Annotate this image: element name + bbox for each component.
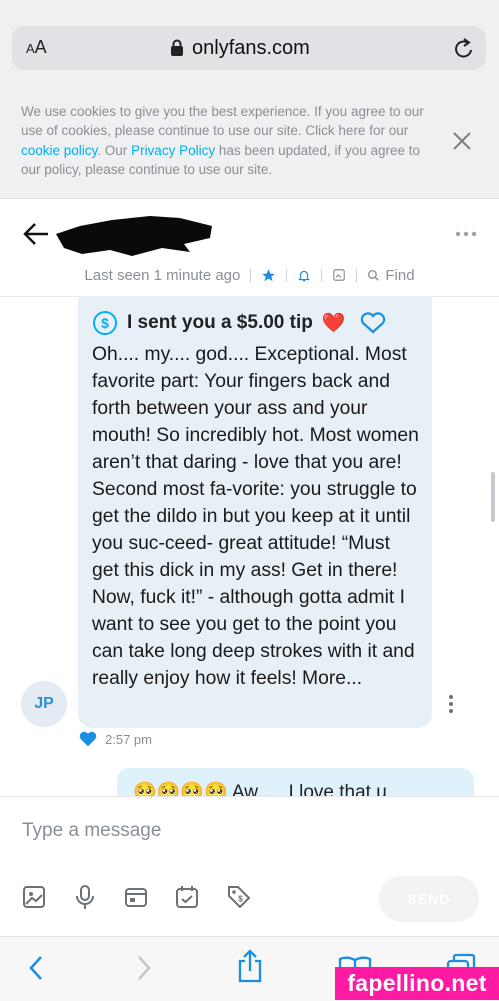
avatar[interactable]: JP [21,681,67,727]
find-label: Find [385,266,415,284]
share-icon[interactable] [236,949,264,983]
bell-icon[interactable] [297,268,311,283]
chevron-left-icon[interactable] [27,954,45,982]
find-button[interactable]: Find [367,266,415,284]
search-icon [368,269,380,281]
microphone-icon[interactable] [73,884,97,910]
cookie-text-part: We use cookies to give you the best expe… [21,104,424,139]
url-display[interactable]: onlyfans.com [170,36,310,60]
tip-label: I sent you a $5.00 tip [127,312,313,333]
vault-icon[interactable] [124,885,148,909]
last-seen-label: Last seen 1 minute ago [84,266,241,284]
divider [356,268,358,282]
tip-row: $ I sent you a $5.00 tip ❤️ [92,310,387,336]
cookie-text-part: . Our [97,142,132,158]
redacted-username [56,216,212,256]
liked-heart-icon[interactable] [78,730,98,748]
price-tag-icon[interactable]: $ [226,884,252,910]
avatar-initials: JP [34,695,54,712]
url-text: onlyfans.com [192,36,310,59]
heart-outline-icon [360,312,385,334]
back-arrow-icon[interactable] [22,221,50,247]
lock-icon [171,39,183,56]
heart-emoji: ❤️ [321,313,346,334]
composer-tools: $ [22,884,252,910]
message-input[interactable]: Type a message [22,820,161,842]
divider [250,268,252,282]
send-button[interactable]: SEND [379,876,479,922]
reload-icon[interactable] [453,37,475,61]
divider [286,268,288,282]
star-icon[interactable] [261,268,276,283]
close-icon[interactable] [451,130,473,152]
privacy-policy-link[interactable]: Privacy Policy [131,143,215,158]
scrollbar-thumb[interactable] [491,472,495,522]
more-options-icon[interactable] [455,231,477,237]
calendar-icon[interactable] [175,885,199,909]
message-time: 2:57 pm [105,731,152,747]
cookie-text: We use cookies to give you the best expe… [21,102,431,179]
svg-text:$: $ [101,315,109,331]
message-time-row: 2:57 pm [78,730,152,748]
chevron-right-icon[interactable] [135,954,153,982]
text-size-button[interactable]: AA [26,37,47,58]
gallery-icon[interactable] [332,268,346,282]
watermark: fapellino.net [335,967,499,1000]
image-icon[interactable] [22,885,46,909]
svg-text:$: $ [238,895,243,904]
cookie-policy-link[interactable]: cookie policy [21,143,97,158]
dollar-circle-icon: $ [93,311,117,335]
divider [321,268,323,282]
chat-status-row: Last seen 1 minute ago Find [0,262,499,288]
message-options-icon[interactable] [448,694,454,714]
message-text: Oh.... my.... god.... Exceptional. Most … [92,344,419,689]
